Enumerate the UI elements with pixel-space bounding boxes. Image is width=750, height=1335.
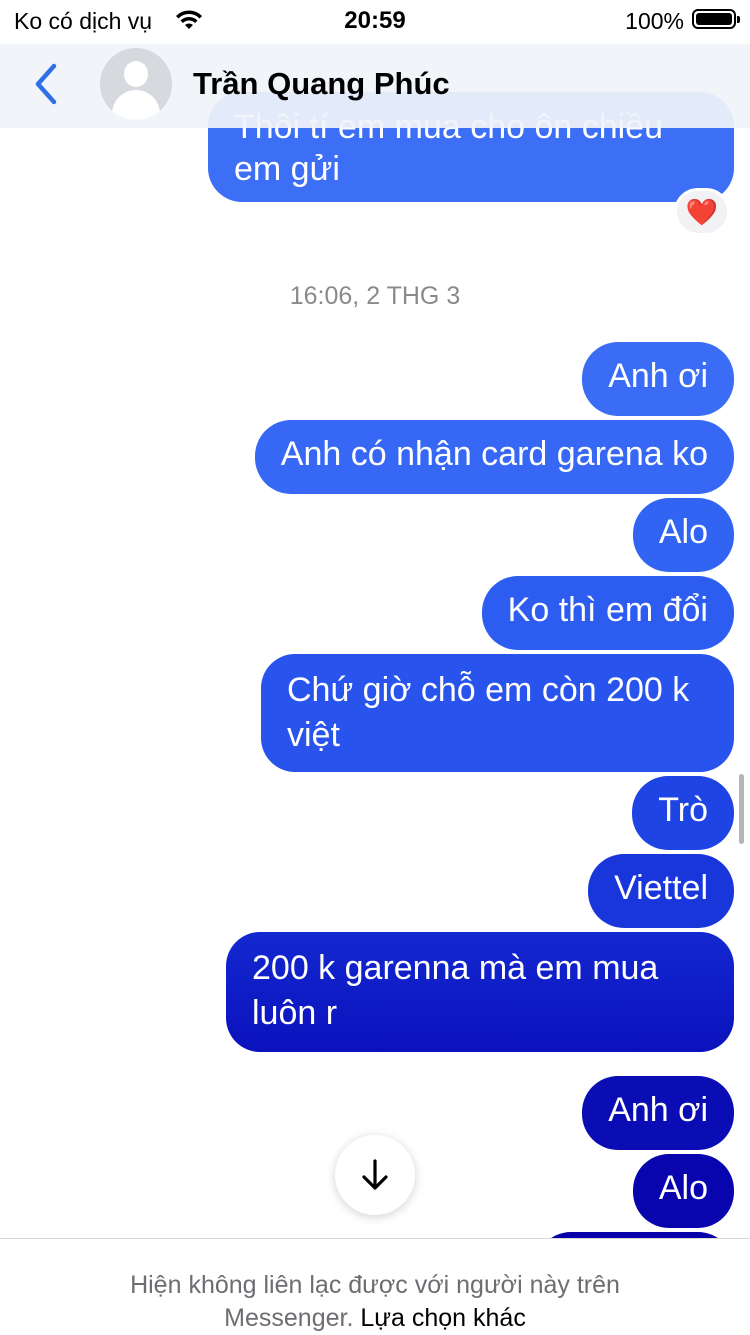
contact-name[interactable]: Trần Quang Phúc	[193, 66, 450, 102]
message-timestamp: 16:06, 2 THG 3	[289, 282, 461, 310]
footer-text: Hiện không liên lạc được với người này t…	[0, 1239, 750, 1335]
message-bubble[interactable]: Viettel	[588, 854, 734, 928]
message-bubble[interactable]: Alo	[632, 1154, 734, 1228]
message-bubble[interactable]: Anh ơi	[582, 342, 734, 416]
scroll-down-button[interactable]	[335, 1135, 415, 1215]
back-chevron-icon[interactable]	[28, 60, 68, 110]
composer-disabled-notice: Hiện không liên lạc được với người này t…	[0, 1238, 750, 1335]
other-options-link[interactable]: Lựa chọn khác	[360, 1304, 525, 1332]
message-text: 200 k garenna mà em mua luôn r	[252, 949, 659, 1032]
chat-header: Trần Quang Phúc	[0, 44, 750, 128]
scrollbar[interactable]	[739, 774, 744, 844]
message-bubble[interactable]: Anh có nhận card garena ko	[254, 420, 734, 494]
message-bubble[interactable]: Anh ơi	[582, 1076, 734, 1150]
message-bubble[interactable]: Ko thì em đổi	[481, 576, 734, 650]
message-bubble[interactable]: Chứ giờ chỗ em còn 200 k việt	[261, 654, 734, 772]
message-list[interactable]: Thôi tí em mua cho ôn chiều em gửi ❤️ 16…	[0, 0, 750, 1238]
message-text: em gửi	[234, 150, 340, 188]
arrow-down-icon	[362, 1159, 388, 1190]
avatar[interactable]	[100, 48, 172, 120]
message-text: Chứ giờ chỗ em còn 200 k việt	[287, 671, 690, 754]
message-bubble[interactable]: 200 k garenna mà em mua luôn r	[226, 932, 734, 1052]
message-bubble[interactable]: Trò	[632, 776, 734, 850]
heart-reaction-icon[interactable]: ❤️	[674, 188, 730, 236]
message-bubble[interactable]: Alo	[632, 498, 734, 572]
